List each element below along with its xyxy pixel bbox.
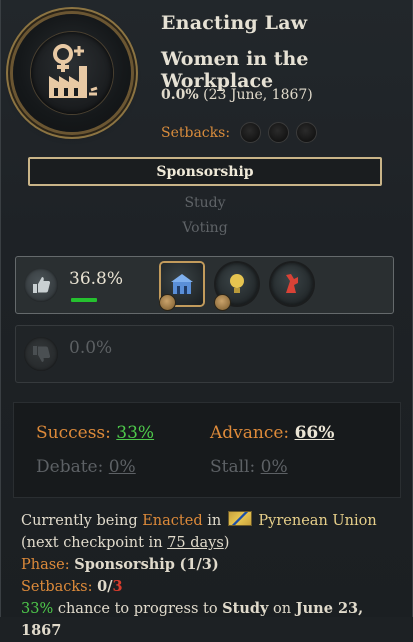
- phase-line: Phase: Sponsorship (1/3): [21, 554, 406, 576]
- women-factory-icon: [31, 32, 113, 114]
- setbacks-current: 0: [97, 578, 108, 595]
- enactment-status-line: Currently being Enacted in Pyrenean Unio…: [21, 510, 406, 554]
- desc-text: on: [268, 601, 296, 617]
- phase-count: (1/3): [179, 556, 219, 573]
- enacted-keyword: Enacted: [142, 513, 203, 529]
- country-flag-icon: [227, 511, 252, 526]
- setbacks-max: 3: [112, 578, 123, 595]
- thumbs-down-icon: [24, 337, 58, 371]
- outcome-chances-panel: Success: 33% Advance: 66% Debate: 0% Sta…: [13, 402, 401, 498]
- stall-chance: Stall: 0%: [210, 457, 288, 477]
- setback-dot: [268, 122, 290, 143]
- law-emblem: [13, 14, 131, 132]
- law-name: Women in the Workplace: [161, 48, 309, 92]
- trade-unions-icon[interactable]: [271, 263, 313, 305]
- enactment-description: Currently being Enacted in Pyrenean Unio…: [21, 510, 406, 642]
- success-chance: Success: 33%: [36, 423, 154, 443]
- setback-dot: [296, 122, 318, 143]
- phase-sponsorship: Sponsorship: [28, 157, 382, 186]
- setbacks-label: Setbacks:: [161, 124, 231, 141]
- stall-label: Stall:: [210, 457, 256, 477]
- phase-study: Study: [184, 195, 226, 211]
- law-status-label: Enacting Law: [161, 12, 308, 34]
- enactment-progress: 0.0% (23 June, 1867): [161, 87, 313, 103]
- phase-value: Sponsorship: [74, 556, 175, 573]
- country-name[interactable]: Pyrenean Union: [258, 513, 376, 529]
- setbacks-summary-label: Setbacks:: [21, 579, 93, 595]
- advance-chance: Advance: 66%: [210, 423, 334, 443]
- desc-text: in: [202, 513, 226, 529]
- leader-badge-icon: [214, 294, 231, 311]
- setbacks-row: Setbacks:: [161, 122, 318, 143]
- thumbs-up-icon: [24, 268, 58, 302]
- setback-dot: [240, 122, 262, 143]
- support-for-box[interactable]: 36.8%: [15, 256, 394, 314]
- support-for-bar: [71, 298, 97, 302]
- debate-label: Debate:: [36, 457, 104, 477]
- debate-value[interactable]: 0%: [109, 457, 136, 477]
- desc-text: (next checkpoint in: [21, 535, 168, 551]
- support-for-percent: 36.8%: [69, 269, 124, 289]
- support-against-percent: 0.0%: [69, 338, 113, 358]
- success-value[interactable]: 33%: [116, 423, 154, 443]
- advance-value[interactable]: 66%: [295, 423, 335, 443]
- debate-chance: Debate: 0%: [36, 457, 136, 477]
- phase-voting: Voting: [182, 220, 228, 236]
- checkpoint-days[interactable]: 75 days: [167, 535, 224, 551]
- desc-text: ): [223, 535, 230, 551]
- chance-phase: Study: [222, 600, 269, 617]
- progress-percent: 0.0%: [161, 87, 199, 103]
- progress-chance-line: 33% chance to progress to Study on June …: [21, 598, 406, 642]
- stall-value[interactable]: 0%: [261, 457, 288, 477]
- setbacks-summary-line: Setbacks: 0/3: [21, 576, 406, 598]
- success-label: Success:: [36, 423, 111, 443]
- desc-text: chance to progress to: [53, 601, 223, 617]
- advance-label: Advance:: [210, 423, 290, 443]
- leader-badge-icon: [159, 294, 176, 311]
- phase-label: Phase:: [21, 557, 70, 573]
- law-tooltip-panel: Enacting Law Women in the Workplace 0.0%…: [0, 0, 413, 639]
- support-against-box[interactable]: 0.0%: [15, 325, 394, 383]
- desc-text: Currently being: [21, 513, 143, 529]
- setback-indicators: [240, 122, 318, 143]
- progress-date: (23 June, 1867): [203, 87, 313, 103]
- chance-percent: 33%: [21, 601, 54, 617]
